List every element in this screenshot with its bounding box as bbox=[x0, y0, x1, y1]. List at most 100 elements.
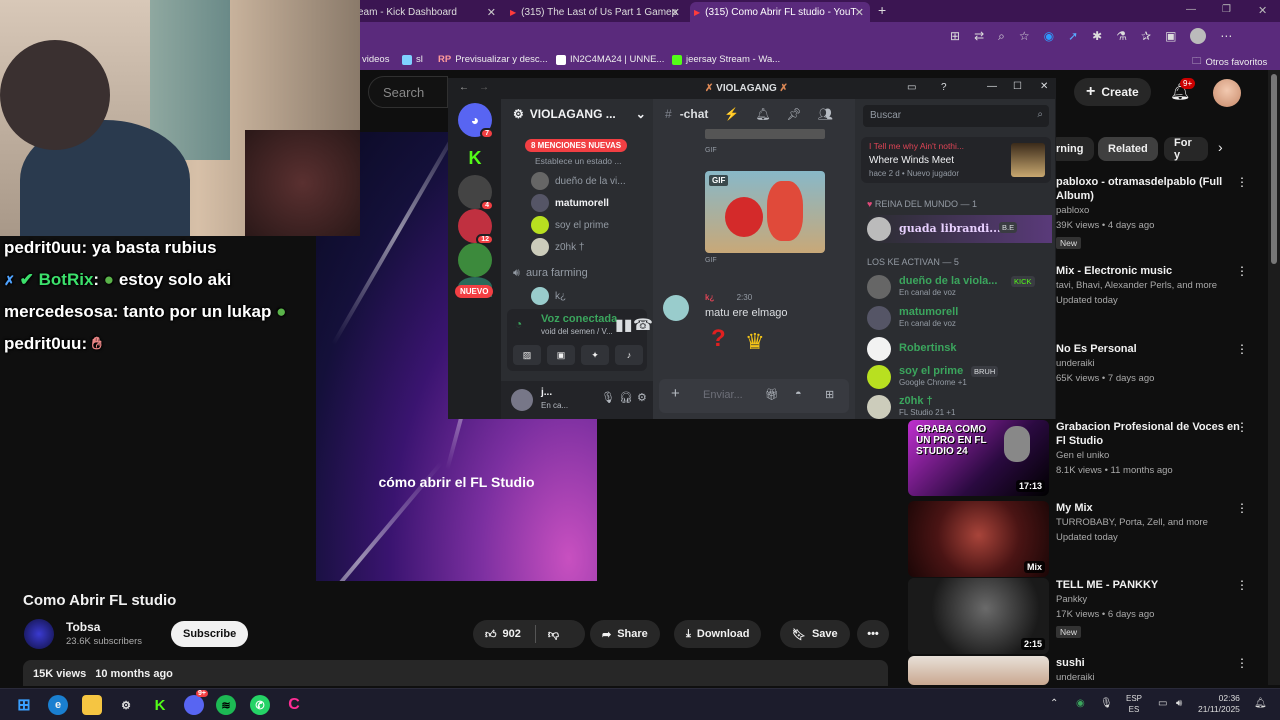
rec-thumbnail[interactable]: GRABA COMO UN PRO EN FL STUDIO 24 17:13 bbox=[908, 420, 1049, 496]
maximize-icon[interactable]: ❐ bbox=[1222, 4, 1231, 15]
apps-icon[interactable]: ⊞ bbox=[950, 29, 960, 43]
profile-avatar[interactable] bbox=[1190, 28, 1207, 44]
page-scrollbar[interactable] bbox=[1268, 70, 1280, 685]
puzzle-icon[interactable]: ✱ bbox=[1092, 29, 1102, 43]
voice-member[interactable]: k¿ bbox=[531, 287, 566, 305]
rec-thumbnail[interactable] bbox=[908, 656, 1049, 685]
thumbs-down-icon[interactable]: 👎︎ bbox=[548, 628, 559, 641]
rec-item[interactable]: Mix My Mix TURROBABY, Porta, Zell, and m… bbox=[908, 501, 1263, 577]
rec-item[interactable]: 2:15 TELL ME - PANKKY Pankky 17K views •… bbox=[908, 578, 1263, 654]
more-icon[interactable]: ⋯ bbox=[1220, 29, 1232, 43]
bookmark-videos[interactable]: videos bbox=[362, 54, 389, 65]
discord-icon[interactable]: 9+ bbox=[184, 690, 208, 715]
activity-card[interactable]: I Tell me why Ain't nothi... Where Winds… bbox=[861, 137, 1051, 183]
app-icon[interactable]: C bbox=[284, 695, 304, 715]
kick-icon[interactable]: K bbox=[150, 695, 170, 715]
notifications-button[interactable]: 🔔︎ 9+ bbox=[1170, 78, 1196, 102]
noise-icon[interactable]: ▮▮ bbox=[615, 315, 633, 335]
maximize-icon[interactable]: ☐ bbox=[1013, 81, 1022, 92]
spotify-icon[interactable]: ≋ bbox=[216, 695, 236, 715]
screen-share-icon[interactable]: ▣ bbox=[547, 345, 575, 365]
edge-icon[interactable]: e bbox=[48, 695, 68, 715]
close-icon[interactable]: ✕ bbox=[487, 6, 496, 19]
channel-avatar[interactable] bbox=[24, 619, 54, 649]
avatar[interactable] bbox=[511, 389, 533, 411]
notification-icon[interactable]: 🔔︎ bbox=[1254, 698, 1267, 709]
kebab-menu-icon[interactable]: ⋮ bbox=[1236, 656, 1248, 670]
avatar[interactable] bbox=[1213, 79, 1241, 107]
member-item[interactable]: Robertinsk bbox=[867, 335, 1052, 363]
close-icon[interactable]: ✕ bbox=[855, 6, 864, 19]
language-indicator[interactable]: ESP ES bbox=[1126, 693, 1142, 715]
kebab-menu-icon[interactable]: ⋮ bbox=[1236, 578, 1248, 592]
file-explorer-icon[interactable] bbox=[82, 695, 102, 715]
member-item[interactable]: guada librandi... B.E bbox=[867, 215, 1052, 243]
scrollbar-thumb[interactable] bbox=[1271, 74, 1277, 264]
network-icon[interactable]: ▭ bbox=[1158, 698, 1167, 709]
whatsapp-icon[interactable]: ✆ bbox=[250, 695, 270, 715]
thumbs-up-icon[interactable]: 👍︎ bbox=[485, 628, 497, 641]
chevron-up-icon[interactable]: ⌃ bbox=[1050, 698, 1058, 709]
threads-icon[interactable]: ⚡ bbox=[724, 107, 739, 121]
tab-last-of-us[interactable]: ▶ (315) The Last of Us Part 1 Gamep ✕ bbox=[506, 2, 686, 22]
pin-icon[interactable]: 📌︎ bbox=[787, 107, 802, 121]
kebab-menu-icon[interactable]: ⋮ bbox=[1236, 342, 1248, 356]
zoom-icon[interactable]: ⌕ bbox=[998, 29, 1005, 44]
windows-start-icon[interactable]: ⊞ bbox=[14, 695, 34, 715]
steam-icon[interactable]: ⚙ bbox=[116, 695, 136, 715]
bookmark-unne[interactable]: IN2C4MA24 | UNNE... bbox=[556, 54, 664, 65]
share-button[interactable]: ➦ Share bbox=[590, 620, 660, 648]
kebab-menu-icon[interactable]: ⋮ bbox=[1236, 175, 1248, 189]
favorites-icon[interactable]: ✰ bbox=[1141, 29, 1151, 43]
bookmark-otros-favoritos[interactable]: 🗀 Otros favoritos bbox=[1192, 54, 1267, 70]
message-composer[interactable]: + Enviar... 🎁︎ ◓ ⊞ bbox=[659, 379, 849, 413]
headset-icon[interactable]: 🎧︎ bbox=[619, 391, 633, 404]
new-tab-button[interactable]: + bbox=[878, 2, 886, 18]
member-item[interactable]: z0hk † FL Studio 21 +1 bbox=[867, 393, 1052, 421]
help-icon[interactable]: ? bbox=[941, 82, 947, 93]
rec-item[interactable]: sushi underaiki ⋮ bbox=[908, 656, 1263, 685]
extension-icon[interactable]: ◉ bbox=[1044, 29, 1054, 43]
server-header[interactable]: ⚙ VIOLAGANG ... ⌄ bbox=[513, 107, 646, 121]
server-icon[interactable] bbox=[458, 243, 492, 277]
member-item[interactable]: soy el prime BRUH Google Chrome +1 bbox=[867, 363, 1052, 391]
status-hint[interactable]: Establece un estado ... bbox=[535, 156, 621, 166]
tray-icon[interactable]: ◉ bbox=[1076, 698, 1085, 709]
member-item[interactable]: matumorell En canal de voz bbox=[867, 304, 1052, 332]
close-icon[interactable]: ✕ bbox=[671, 6, 680, 19]
tab-como-abrir-fl[interactable]: ▶ (315) Como Abrir FL studio - YouT ✕ bbox=[690, 2, 870, 22]
translate-icon[interactable]: ⇄ bbox=[974, 29, 984, 43]
gift-icon[interactable]: 🎁︎ bbox=[765, 388, 779, 401]
avatar[interactable] bbox=[663, 295, 689, 321]
settings-gear-icon[interactable]: ⚙ bbox=[637, 391, 647, 404]
save-button[interactable]: 🔖︎ Save bbox=[780, 620, 850, 648]
chip-for-you[interactable]: For y bbox=[1164, 137, 1208, 161]
more-actions-button[interactable]: ••• bbox=[857, 620, 889, 648]
tab-kick-dashboard[interactable]: eam - Kick Dashboard ✕ bbox=[354, 2, 502, 22]
chip-learning[interactable]: rning bbox=[1050, 137, 1094, 161]
chevron-right-icon[interactable]: › bbox=[1218, 139, 1223, 155]
rec-thumbnail[interactable]: Mix bbox=[908, 501, 1049, 577]
bookmark-previsualizar[interactable]: RP Previsualizar y desc... bbox=[438, 54, 548, 65]
camera-off-icon[interactable]: ▨ bbox=[513, 345, 541, 365]
rec-thumbnail[interactable]: 2:15 bbox=[908, 578, 1049, 654]
apps-icon[interactable]: ⊞ bbox=[825, 388, 834, 401]
microphone-icon[interactable]: 🎙︎ bbox=[1100, 698, 1113, 709]
voice-member[interactable]: dueño de la vi... bbox=[531, 172, 626, 190]
voice-member[interactable]: z0hk † bbox=[531, 238, 584, 256]
subscribe-button[interactable]: Subscribe bbox=[171, 621, 249, 647]
download-button[interactable]: ⤓ Download bbox=[674, 620, 762, 648]
sticker-icon[interactable]: ◓ bbox=[795, 388, 802, 400]
create-button[interactable]: + Create bbox=[1074, 78, 1151, 106]
clock[interactable]: 02:36 21/11/2025 bbox=[1198, 693, 1240, 715]
bookmark-jeersay[interactable]: jeersay Stream - Wa... bbox=[672, 54, 780, 65]
forward-arrow-icon[interactable]: → bbox=[479, 82, 489, 93]
voice-member[interactable]: matumorell bbox=[531, 194, 609, 212]
minimize-icon[interactable]: — bbox=[987, 81, 997, 92]
gif-preview[interactable] bbox=[705, 129, 825, 139]
like-count[interactable]: 902 bbox=[503, 628, 521, 640]
kebab-menu-icon[interactable]: ⋮ bbox=[1236, 420, 1248, 434]
disconnect-icon[interactable]: ☎ bbox=[633, 315, 653, 335]
close-icon[interactable]: ✕ bbox=[1040, 81, 1048, 92]
inbox-icon[interactable]: ▭ bbox=[907, 82, 916, 93]
